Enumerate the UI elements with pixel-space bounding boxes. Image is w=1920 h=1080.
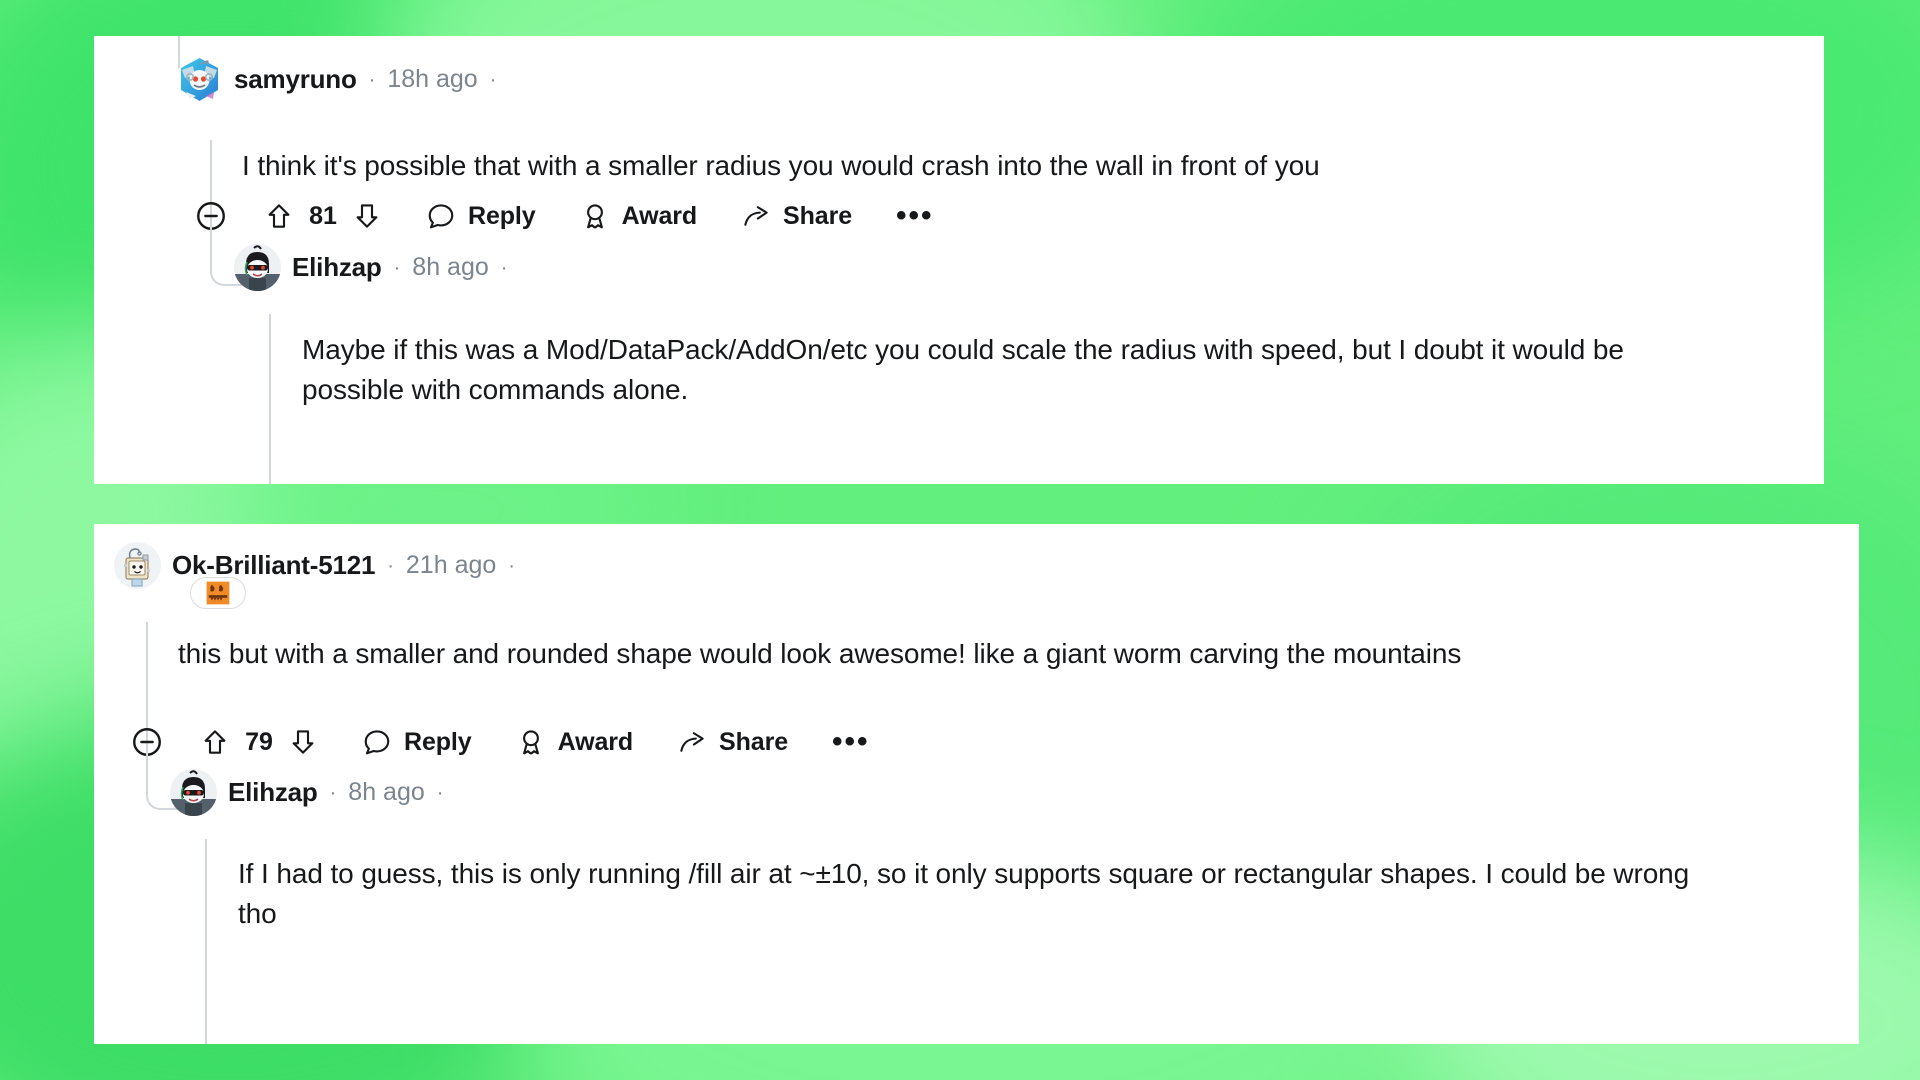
reply-timestamp: 8h ago bbox=[412, 253, 489, 281]
vote-group: 81 bbox=[264, 201, 382, 231]
more-options-button[interactable]: ••• bbox=[832, 727, 870, 757]
award-ribbon-icon bbox=[580, 201, 610, 231]
comment-thread: samyruno · 18h ago · I think it's possib… bbox=[0, 0, 1920, 1080]
separator-dot: · bbox=[489, 68, 497, 91]
comment-action-bar: 81 Reply Award Share ••• bbox=[194, 196, 934, 236]
share-arrow-icon bbox=[677, 727, 707, 757]
separator-dot: · bbox=[393, 256, 401, 279]
reply-body: If I had to guess, this is only running … bbox=[238, 858, 1690, 930]
upvote-arrow-icon[interactable] bbox=[200, 727, 230, 757]
comment-action-bar: 79 Reply Award Share ••• bbox=[130, 722, 870, 762]
share-button[interactable]: Share bbox=[677, 727, 788, 757]
comment-body: I think it's possible that with a smalle… bbox=[242, 150, 1320, 181]
award-button[interactable]: Award bbox=[580, 201, 697, 231]
reply-author[interactable]: Elihzap bbox=[292, 252, 382, 283]
reply-body: Maybe if this was a Mod/DataPack/AddOn/e… bbox=[302, 334, 1624, 406]
comment-header: samyruno · 18h ago · bbox=[176, 56, 497, 103]
comment-author[interactable]: samyruno bbox=[234, 64, 357, 95]
reply-header: Elihzap · 8h ago · bbox=[234, 244, 508, 291]
avatar[interactable] bbox=[114, 542, 161, 589]
award-button[interactable]: Award bbox=[516, 727, 633, 757]
separator-dot: · bbox=[500, 256, 508, 279]
avatar[interactable] bbox=[170, 769, 217, 816]
separator-dot: · bbox=[508, 554, 515, 577]
downvote-arrow-icon[interactable] bbox=[352, 201, 382, 231]
speech-bubble-icon bbox=[362, 727, 392, 757]
award-badge[interactable] bbox=[190, 577, 246, 609]
reply-label: Reply bbox=[404, 727, 472, 756]
award-label: Award bbox=[557, 727, 634, 756]
share-label: Share bbox=[783, 201, 853, 230]
avatar[interactable] bbox=[234, 244, 281, 291]
avatar[interactable] bbox=[176, 56, 223, 103]
reply-author[interactable]: Elihzap bbox=[228, 777, 318, 808]
separator-dot: · bbox=[368, 68, 376, 91]
reply-label: Reply bbox=[468, 201, 536, 230]
comment-card-samyruno: samyruno · 18h ago · I think it's possib… bbox=[94, 36, 1824, 484]
comment-body: this but with a smaller and rounded shap… bbox=[178, 638, 1462, 669]
downvote-arrow-icon[interactable] bbox=[288, 727, 318, 757]
upvote-arrow-icon[interactable] bbox=[264, 201, 294, 231]
comment-card-ok-brilliant: Ok-Brilliant-5121 · 21h ago · this but w… bbox=[94, 524, 1859, 1044]
reply-timestamp: 8h ago bbox=[348, 778, 425, 806]
separator-dot: · bbox=[387, 554, 394, 577]
speech-bubble-icon bbox=[426, 201, 456, 231]
vote-score: 79 bbox=[245, 727, 273, 756]
award-ribbon-icon bbox=[516, 727, 546, 757]
thread-rail bbox=[269, 314, 271, 484]
vote-group: 79 bbox=[200, 727, 318, 757]
award-label: Award bbox=[621, 201, 698, 230]
pumpkin-award-icon bbox=[206, 581, 230, 605]
separator-dot: · bbox=[329, 781, 337, 804]
reply-header: Elihzap · 8h ago · bbox=[170, 769, 444, 816]
reply-button[interactable]: Reply bbox=[362, 727, 472, 757]
separator-dot: · bbox=[436, 781, 444, 804]
vote-score: 81 bbox=[309, 201, 337, 230]
share-arrow-icon bbox=[741, 201, 771, 231]
reply-button[interactable]: Reply bbox=[426, 201, 536, 231]
share-label: Share bbox=[719, 727, 789, 756]
comment-timestamp: 18h ago bbox=[387, 65, 478, 93]
share-button[interactable]: Share bbox=[741, 201, 852, 231]
comment-timestamp: 21h ago bbox=[405, 551, 497, 579]
more-options-button[interactable]: ••• bbox=[896, 201, 934, 231]
comment-header: Ok-Brilliant-5121 · 21h ago · bbox=[114, 542, 516, 589]
thread-rail bbox=[205, 839, 207, 1044]
